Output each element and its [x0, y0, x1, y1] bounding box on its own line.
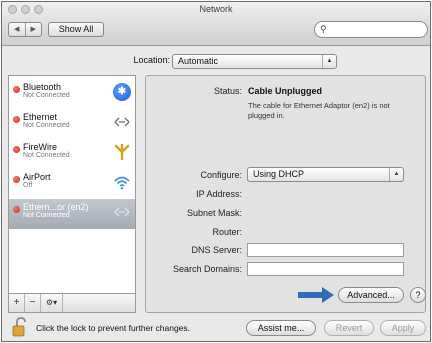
assist-me-button[interactable]: Assist me... [246, 320, 316, 336]
service-list: Bluetooth Not Connected ✱ Ethernet Not C… [8, 75, 136, 313]
ethernet-icon [114, 207, 130, 217]
action-menu-button[interactable]: ⚙▾ [41, 294, 63, 312]
ethernet-icon [114, 117, 130, 127]
status-label: Status: [213, 86, 242, 96]
location-value: Automatic [178, 56, 219, 66]
service-list-footer: + − ⚙▾ [8, 293, 136, 313]
status-description-line1: The cable for Ethernet Adaptor (en2) is … [248, 101, 390, 110]
forward-button[interactable]: ▶ [26, 23, 42, 36]
subnet-mask-label: Subnet Mask: [186, 208, 242, 218]
help-button[interactable]: ? [410, 287, 426, 303]
service-name: Bluetooth [23, 82, 62, 92]
search-icon: ⚲ [320, 24, 327, 34]
status-description-line2: plugged in. [248, 111, 285, 120]
service-status: Off [23, 182, 33, 189]
service-item-ethernet-en2[interactable]: Ethern...or (en2) Not Connected [9, 199, 135, 229]
network-preferences-window: Network ◀ ▶ Show All ⚲ Location: Automat… [1, 1, 431, 342]
router-label: Router: [212, 227, 242, 237]
status-dot-icon [13, 86, 20, 93]
revert-button[interactable]: Revert [324, 320, 374, 336]
service-status: Not Connected [23, 152, 70, 159]
service-name: Ethernet [23, 112, 58, 122]
configure-popup[interactable]: Using DHCP ▲ [247, 167, 404, 182]
add-service-button[interactable]: + [9, 294, 25, 312]
service-name: Ethern...or (en2) [23, 202, 89, 212]
configure-value: Using DHCP [253, 169, 305, 179]
status-dot-icon [13, 206, 20, 213]
location-popup[interactable]: Automatic ▲ [172, 54, 337, 69]
service-item-firewire[interactable]: FireWire Not Connected [9, 139, 135, 169]
location-label: Location: [133, 55, 170, 65]
service-item-bluetooth[interactable]: Bluetooth Not Connected ✱ [9, 79, 135, 109]
status-value: Cable Unplugged [248, 86, 322, 96]
dns-server-label: DNS Server: [191, 245, 242, 255]
search-field[interactable]: ⚲ [314, 21, 428, 38]
bluetooth-icon: ✱ [113, 83, 131, 101]
annotation-arrow-right-icon [298, 287, 334, 303]
status-dot-icon [13, 116, 20, 123]
service-status: Not Connected [23, 212, 70, 219]
service-name: AirPort [23, 172, 51, 182]
show-all-button[interactable]: Show All [48, 22, 104, 37]
service-item-airport[interactable]: AirPort Off [9, 169, 135, 199]
window-title: Network [199, 4, 233, 14]
apply-button[interactable]: Apply [380, 320, 426, 336]
status-dot-icon [13, 176, 20, 183]
dns-server-field[interactable] [247, 243, 404, 257]
firewire-icon [114, 143, 130, 161]
ip-address-label: IP Address: [196, 189, 242, 199]
back-button[interactable]: ◀ [9, 23, 26, 36]
popup-arrows-icon: ▲ [389, 168, 403, 181]
titlebar: Network ◀ ▶ Show All ⚲ [2, 2, 430, 46]
service-status: Not Connected [23, 92, 70, 99]
status-dot-icon [13, 146, 20, 153]
service-name: FireWire [23, 142, 57, 152]
back-forward-control: ◀ ▶ [8, 22, 42, 37]
airport-wifi-icon [114, 176, 130, 190]
service-item-ethernet[interactable]: Ethernet Not Connected [9, 109, 135, 139]
lock-icon[interactable] [12, 317, 28, 337]
configure-label: Configure: [200, 170, 242, 180]
remove-service-button[interactable]: − [25, 294, 41, 312]
search-domains-label: Search Domains: [172, 264, 242, 274]
popup-arrows-icon: ▲ [322, 55, 336, 68]
service-status: Not Connected [23, 122, 70, 129]
lock-message: Click the lock to prevent further change… [36, 323, 191, 333]
search-domains-field[interactable] [247, 262, 404, 276]
advanced-button[interactable]: Advanced... [338, 287, 404, 303]
